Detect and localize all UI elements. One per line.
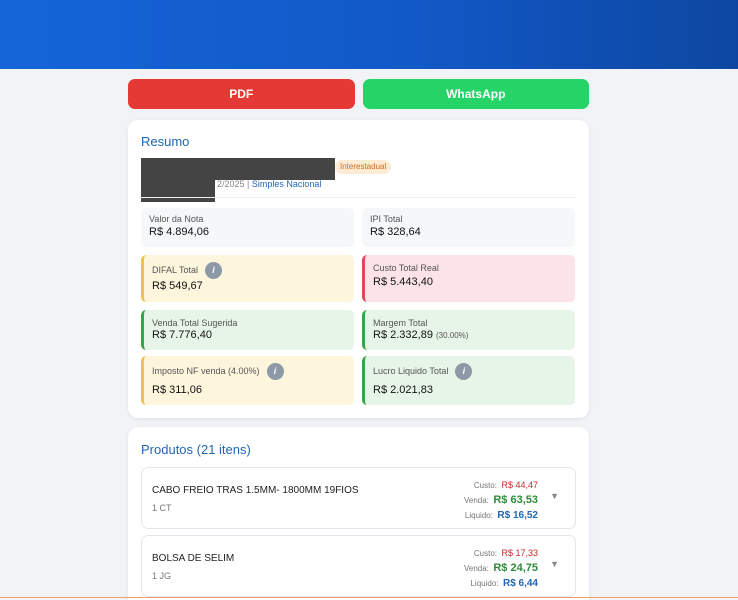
product-name: BOLSA DE SELIM [152, 553, 235, 564]
tile-label: Margem Total [373, 317, 428, 328]
product-custo: R$ 44,47 [501, 480, 538, 490]
tile-lucro-liquido: Lucro Liquido Total i R$ 2.021,83 [362, 356, 575, 405]
product-prices: Custo: R$ 44,47 Venda: R$ 63,53 Liquido:… [464, 477, 538, 522]
tile-label: Valor da Nota [149, 214, 204, 224]
custo-label: Custo: [473, 481, 498, 490]
tile-ipi-total: IPI Total R$ 328,64 [362, 208, 575, 247]
tile-label-row: Imposto NF venda (4.00%) i [152, 361, 346, 381]
product-item[interactable]: CABO FREIO TRAS 1.5MM- 1800MM 19FIOS 1 C… [141, 467, 576, 529]
resumo-title: Resumo [141, 134, 190, 149]
info-icon[interactable]: i [455, 362, 473, 380]
custo-label: Custo: [473, 549, 498, 558]
chevron-down-icon[interactable]: ▼ [550, 559, 559, 569]
tile-label: Venda Total Sugerida [152, 317, 238, 328]
tile-label: Custo Total Real [373, 263, 439, 273]
tile-label-row: DIFAL Total i [152, 260, 346, 280]
interestadual-badge: Interestadual [335, 160, 392, 174]
tile-value: R$ 549,67 [152, 280, 203, 292]
redacted-supplier-name [141, 158, 335, 180]
tile-margem-total: Margem Total R$ 2.332,89 (30.00%) [362, 310, 575, 350]
product-liquido: R$ 6,44 [502, 578, 538, 589]
tile-label: Imposto NF venda (4.00%) [152, 366, 260, 376]
product-custo: R$ 17,33 [501, 548, 538, 558]
pdf-button[interactable]: PDF [128, 79, 355, 109]
info-icon[interactable]: i [205, 261, 223, 279]
tile-label-row: Lucro Liquido Total i [373, 361, 567, 381]
product-liquido: R$ 16,52 [497, 510, 538, 521]
product-name: CABO FREIO TRAS 1.5MM- 1800MM 19FIOS [152, 485, 359, 496]
liquido-label: Liquido: [464, 511, 493, 520]
bottom-divider [0, 597, 738, 598]
tile-imposto-nf: Imposto NF venda (4.00%) i R$ 311,06 [141, 356, 354, 405]
liquido-label: Liquido: [470, 579, 499, 588]
tile-label: Lucro Liquido Total [373, 366, 449, 376]
invoice-meta: 2/2025 | Simples Nacional [217, 179, 321, 189]
header-banner [0, 0, 738, 69]
tile-value: R$ 7.776,40 [152, 329, 212, 341]
tile-valor-nota: Valor da Nota R$ 4.894,06 [141, 208, 354, 247]
venda-label: Venda: [463, 496, 489, 505]
margin-percent: (30.00%) [436, 331, 469, 340]
invoice-date-fragment: 2/2025 [217, 179, 245, 189]
redacted-invoice-info [141, 180, 215, 202]
action-buttons: PDF WhatsApp [128, 79, 589, 109]
tile-value: R$ 2.021,83 [373, 384, 433, 396]
product-qty: 1 CT [152, 503, 172, 513]
tile-value: R$ 328,64 [370, 226, 421, 238]
meta-separator: | [244, 179, 252, 189]
tax-regime: Simples Nacional [251, 179, 322, 189]
tile-value: R$ 4.894,06 [149, 226, 209, 238]
tile-value: R$ 311,06 [152, 384, 202, 396]
info-icon[interactable]: i [266, 362, 284, 380]
tile-label: IPI Total [370, 214, 403, 224]
chevron-down-icon[interactable]: ▼ [550, 491, 559, 501]
whatsapp-button[interactable]: WhatsApp [362, 79, 589, 109]
tile-value-row: R$ 2.332,89 (30.00%) [373, 329, 567, 341]
produtos-card: Produtos (21 itens) CABO FREIO TRAS 1.5M… [128, 427, 589, 600]
tile-venda-total: Venda Total Sugerida R$ 7.776,40 [141, 310, 354, 350]
tile-difal-total: DIFAL Total i R$ 549,67 [141, 255, 354, 302]
resumo-card: Resumo Interestadual 2/2025 | Simples Na… [128, 120, 589, 418]
product-venda: R$ 63,53 [493, 494, 538, 506]
divider [141, 197, 576, 198]
product-prices: Custo: R$ 17,33 Venda: R$ 24,75 Liquido:… [464, 545, 538, 590]
product-qty: 1 JG [152, 571, 172, 581]
tile-value: R$ 5.443,40 [373, 276, 433, 288]
venda-label: Venda: [463, 564, 489, 573]
tile-value: R$ 2.332,89 [373, 329, 433, 341]
tile-custo-total-real: Custo Total Real R$ 5.443,40 [362, 255, 575, 302]
produtos-title: Produtos (21 itens) [141, 442, 251, 457]
product-item[interactable]: BOLSA DE SELIM 1 JG Custo: R$ 17,33 Vend… [141, 535, 576, 597]
tile-label: DIFAL Total [152, 265, 199, 275]
